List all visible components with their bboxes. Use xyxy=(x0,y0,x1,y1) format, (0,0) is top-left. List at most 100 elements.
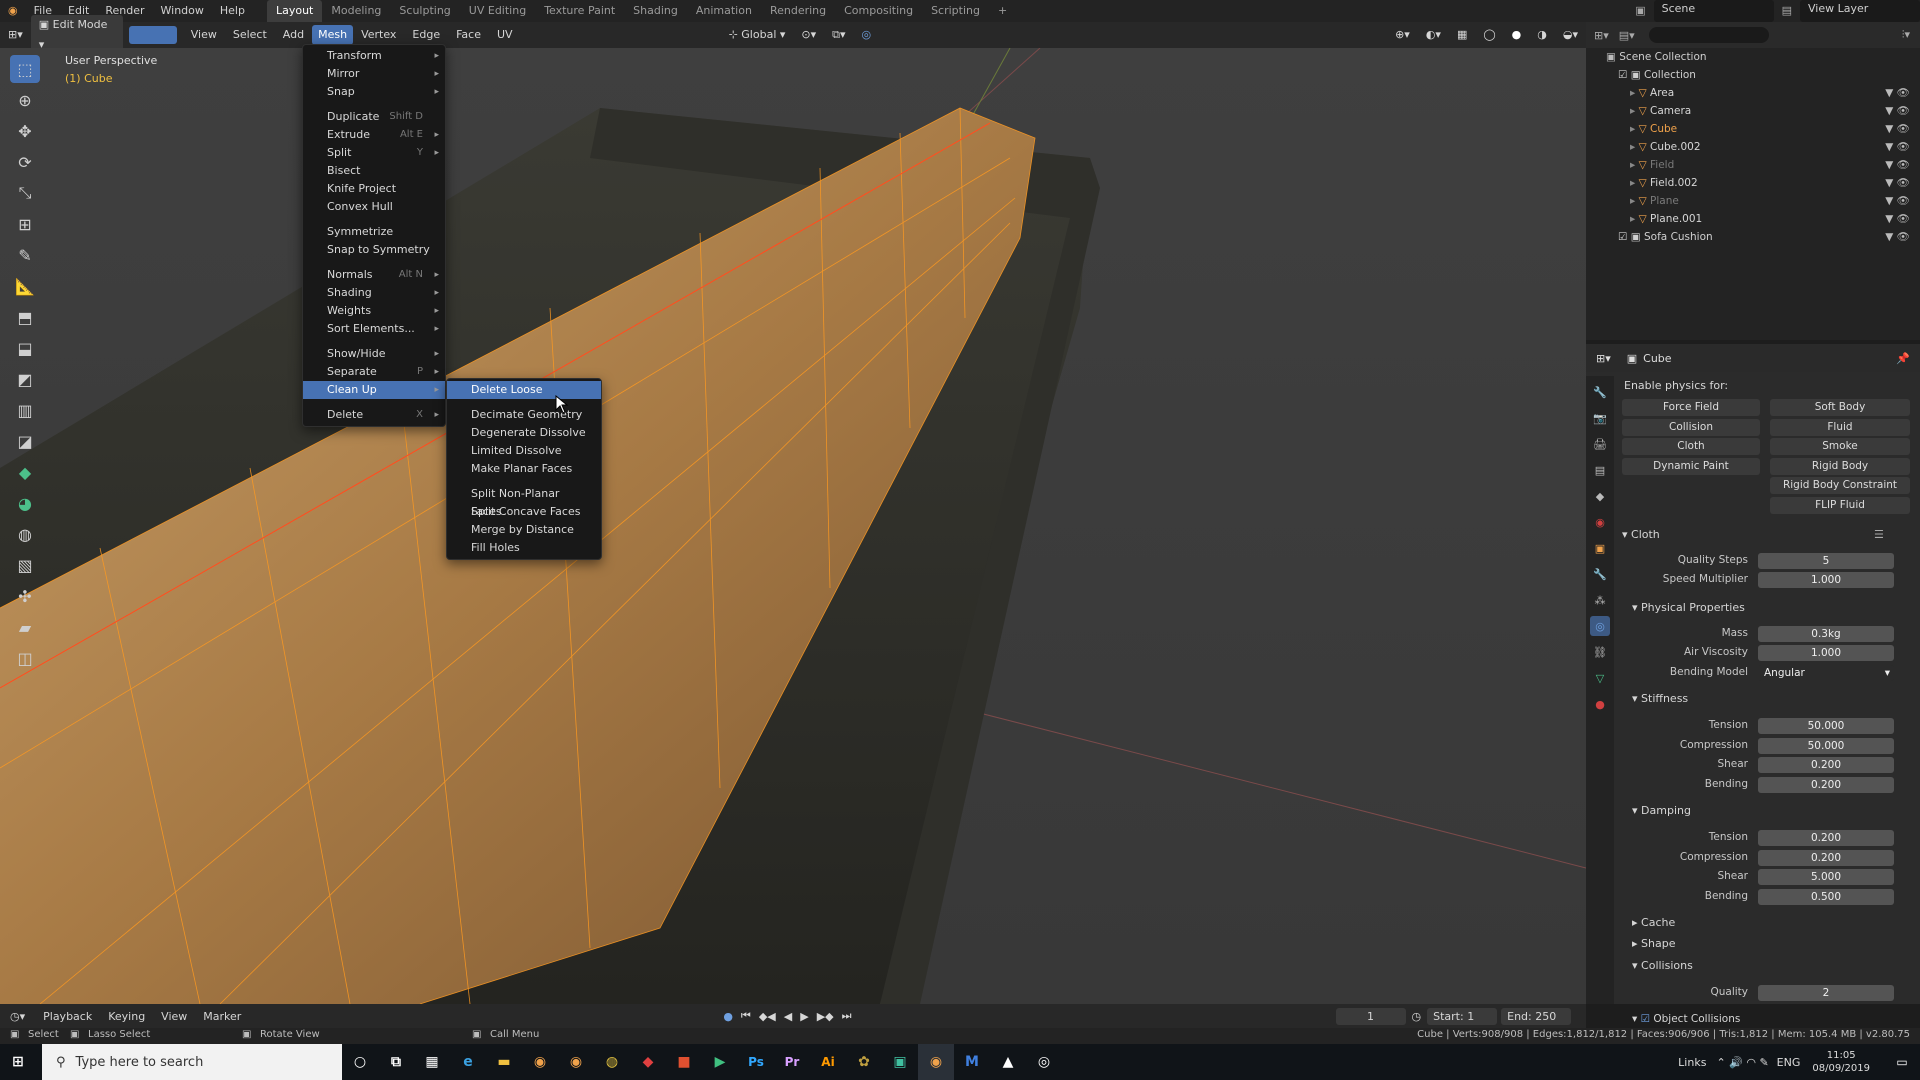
app-circle-icon[interactable]: ◎ xyxy=(1026,1044,1062,1080)
outliner-item-cube-002[interactable]: ▸ ▽ Cube.002 ▼ 👁 xyxy=(1586,138,1920,156)
rip-region-icon[interactable]: ◫ xyxy=(10,644,40,672)
tab-compositing[interactable]: Compositing xyxy=(835,0,922,22)
tab-modeling[interactable]: Modeling xyxy=(322,0,390,22)
expand-arrow-icon[interactable]: ▸ xyxy=(1630,141,1639,153)
mesh-menu-item-symmetrize[interactable]: Symmetrize xyxy=(303,223,445,241)
damping-shear-field[interactable]: 5.000 xyxy=(1758,869,1894,885)
current-frame-field[interactable]: 1 xyxy=(1335,1007,1406,1025)
mesh-menu-item-snap-to-symmetry[interactable]: Snap to Symmetry xyxy=(303,241,445,259)
notification-icon[interactable]: ▭ xyxy=(1884,1044,1920,1080)
visibility-icon[interactable]: ▼ 👁 xyxy=(1885,228,1910,246)
scene-tab-icon[interactable]: ◆ xyxy=(1590,486,1610,506)
blender-logo-icon[interactable]: ◉ xyxy=(0,0,26,22)
visibility-icon[interactable]: ▼ 👁 xyxy=(1885,210,1910,228)
tab-scripting[interactable]: Scripting xyxy=(922,0,989,22)
mesh-menu-item-sort-elements[interactable]: Sort Elements... ▸ xyxy=(303,320,445,338)
proportional-edit-icon[interactable]: ◎ xyxy=(854,22,880,48)
select-box-icon[interactable]: ⬚ xyxy=(10,55,40,83)
select-mode-buttons[interactable] xyxy=(128,26,177,44)
collision-quality-field[interactable]: 2 xyxy=(1758,985,1894,1001)
damping-header[interactable]: ▾ Damping xyxy=(1632,804,1691,817)
view-layer-tab-icon[interactable]: ▤ xyxy=(1590,460,1610,480)
shading-rendered-icon[interactable]: ◒▾ xyxy=(1555,22,1586,48)
cleanup-item-split-concave-faces[interactable]: Split Concave Faces xyxy=(447,503,601,521)
chrome-icon[interactable]: ◍ xyxy=(594,1044,630,1080)
shading-material-icon[interactable]: ◑ xyxy=(1529,22,1555,48)
cleanup-item-fill-holes[interactable]: Fill Holes xyxy=(447,539,601,557)
pivot-icon[interactable]: ⊙▾ xyxy=(793,22,824,48)
mesh-menu-item-knife-project[interactable]: Knife Project xyxy=(303,180,445,198)
inset-icon[interactable]: ⬓ xyxy=(10,334,40,362)
menu-help[interactable]: Help xyxy=(212,0,253,22)
windows-start-icon[interactable]: ⊞ xyxy=(0,1044,36,1080)
menu-select[interactable]: Select xyxy=(225,22,275,48)
physics-smoke-button[interactable]: Smoke xyxy=(1770,438,1910,455)
outliner-item-cube[interactable]: ▸ ▽ Cube ▼ 👁 xyxy=(1586,120,1920,138)
transform-icon[interactable]: ⊞ xyxy=(10,210,40,238)
mesh-menu-item-convex-hull[interactable]: Convex Hull xyxy=(303,198,445,216)
app-green-icon[interactable]: ▣ xyxy=(882,1044,918,1080)
render-tab-icon[interactable]: 📷 xyxy=(1590,408,1610,428)
tab-shading[interactable]: Shading xyxy=(624,0,687,22)
cortana-icon[interactable]: ○ xyxy=(342,1044,378,1080)
visibility-icon[interactable]: ▼ 👁 xyxy=(1885,192,1910,210)
mesh-menu-item-split[interactable]: Split Y ▸ xyxy=(303,144,445,162)
play-reverse-icon[interactable]: ◀ xyxy=(780,1010,796,1023)
damping-compression-field[interactable]: 0.200 xyxy=(1758,849,1894,866)
physics-dynamic-paint-button[interactable]: Dynamic Paint xyxy=(1622,457,1760,475)
outliner-item-plane[interactable]: ▸ ▽ Plane ▼ 👁 xyxy=(1586,192,1920,210)
quality-steps-field[interactable]: 5 xyxy=(1758,553,1894,569)
view-layer-selector[interactable]: View Layer xyxy=(1800,0,1920,22)
photos-icon[interactable]: ▲ xyxy=(990,1044,1026,1080)
tool-tab-icon[interactable]: 🔧 xyxy=(1590,382,1610,402)
expand-arrow-icon[interactable]: ▸ xyxy=(1630,87,1639,99)
physics-rigid-body-button[interactable]: Rigid Body xyxy=(1770,457,1910,475)
cleanup-item-decimate-geometry[interactable]: Decimate Geometry xyxy=(447,406,601,424)
stiffness-tension-field[interactable]: 50.000 xyxy=(1758,718,1894,734)
damping-bending-field[interactable]: 0.500 xyxy=(1758,888,1894,905)
mesh-menu-item-snap[interactable]: Snap ▸ xyxy=(303,83,445,101)
cursor-icon[interactable]: ⊕ xyxy=(10,86,40,114)
timeline-editor-icon[interactable]: ◷▾ xyxy=(0,1010,35,1023)
app-red-icon[interactable]: ◆ xyxy=(630,1044,666,1080)
next-key-icon[interactable]: ▶◆ xyxy=(813,1010,838,1023)
shape-header[interactable]: ▸ Shape xyxy=(1632,937,1675,950)
tab-sculpting[interactable]: Sculpting xyxy=(390,0,459,22)
visibility-icon[interactable]: ▼ 👁 xyxy=(1885,156,1910,174)
loop-cut-icon[interactable]: ▥ xyxy=(10,396,40,424)
blender-active-icon[interactable]: ◉ xyxy=(918,1044,954,1080)
extrude-icon[interactable]: ⬒ xyxy=(10,303,40,331)
physics-cloth-button[interactable]: Cloth xyxy=(1622,438,1760,455)
overlay-icon[interactable]: ◐▾ xyxy=(1418,22,1449,48)
filter-icon[interactable]: ⫶▾ xyxy=(1902,28,1910,42)
menu-timeline-view[interactable]: View xyxy=(153,1010,195,1023)
mesh-menu-item-shading[interactable]: Shading ▸ xyxy=(303,284,445,302)
mesh-menu-item-bisect[interactable]: Bisect xyxy=(303,162,445,180)
illustrator-icon[interactable]: Ai xyxy=(810,1044,846,1080)
move-icon[interactable]: ✥ xyxy=(10,117,40,145)
viewport-gizmo-icon[interactable]: ⊕▾ xyxy=(1387,22,1418,48)
end-frame-field[interactable]: End: 250 xyxy=(1501,1007,1572,1025)
expand-arrow-icon[interactable]: ▸ xyxy=(1630,177,1639,189)
visibility-icon[interactable]: ▼ 👁 xyxy=(1885,102,1910,120)
menu-marker[interactable]: Marker xyxy=(195,1010,249,1023)
stiffness-header[interactable]: ▾ Stiffness xyxy=(1632,692,1688,705)
mesh-menu-item-extrude[interactable]: Extrude Alt E ▸ xyxy=(303,126,445,144)
outliner-item-plane-001[interactable]: ▸ ▽ Plane.001 ▼ 👁 xyxy=(1586,210,1920,228)
mass-field[interactable]: 0.3kg xyxy=(1758,626,1894,642)
stiffness-shear-field[interactable]: 0.200 xyxy=(1758,757,1894,773)
collisions-header[interactable]: ▾ Collisions xyxy=(1632,959,1693,972)
task-view-icon[interactable]: ⧉ xyxy=(378,1044,414,1080)
display-mode-icon[interactable]: ▤▾ xyxy=(1619,29,1635,42)
add-workspace-icon[interactable]: + xyxy=(989,0,1016,22)
clock[interactable]: 11:05 08/09/2019 xyxy=(1812,1049,1870,1075)
transform-orientation-dropdown[interactable]: ⊹ Global ▾ xyxy=(721,22,794,48)
checkbox-icon[interactable]: ☑ ▣ xyxy=(1618,69,1644,81)
expand-arrow-icon[interactable]: ▸ xyxy=(1630,159,1639,171)
mesh-menu-item-duplicate[interactable]: Duplicate Shift D xyxy=(303,108,445,126)
tab-texture-paint[interactable]: Texture Paint xyxy=(535,0,624,22)
mesh-menu-item-show-hide[interactable]: Show/Hide ▸ xyxy=(303,345,445,363)
damping-tension-field[interactable]: 0.200 xyxy=(1758,830,1894,846)
app-multicolor-icon[interactable]: ✿ xyxy=(846,1044,882,1080)
tab-uv-editing[interactable]: UV Editing xyxy=(460,0,535,22)
